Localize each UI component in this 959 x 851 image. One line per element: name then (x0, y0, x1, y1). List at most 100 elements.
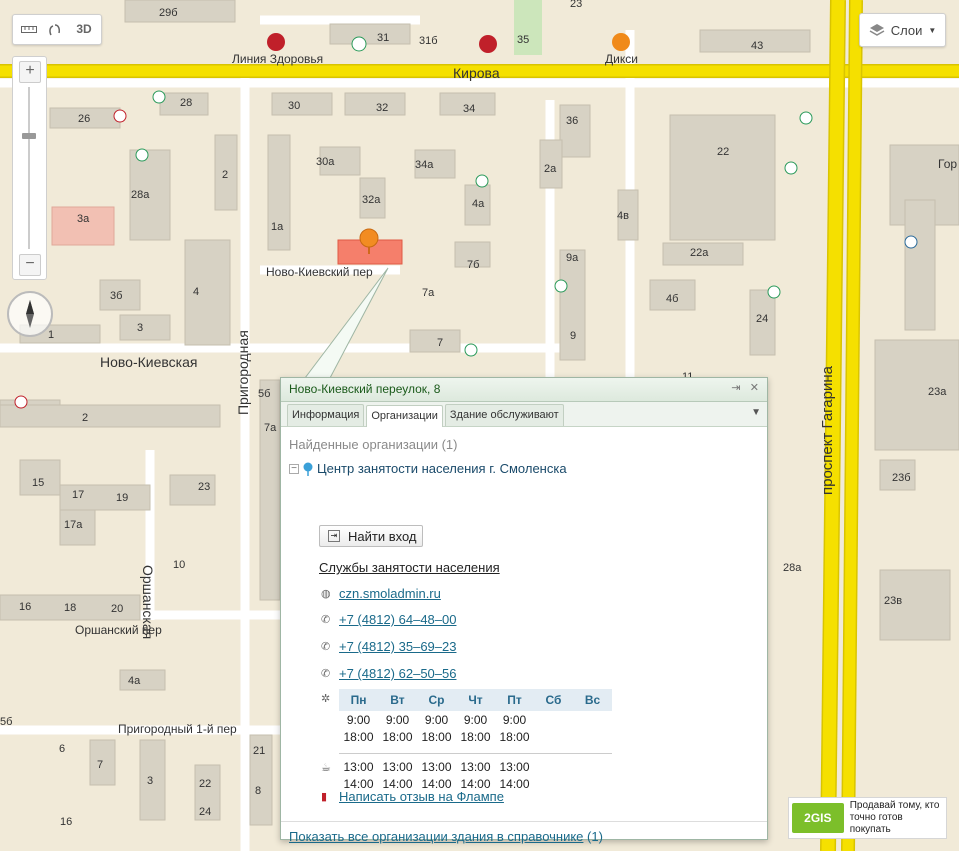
house-number: 7 (437, 337, 443, 349)
zoom-slider[interactable] (28, 87, 30, 249)
tab-organizations[interactable]: Организации (366, 405, 443, 427)
house-number: 17а (64, 519, 83, 531)
zoom-in-button[interactable]: + (19, 61, 41, 83)
house-number: 5б (258, 388, 270, 400)
work-end: 18:00 (499, 729, 530, 744)
day-header: Сб (534, 689, 573, 711)
house-number: 3 (137, 322, 143, 334)
tab-building-services[interactable]: Здание обслуживают (444, 404, 564, 426)
street-gagarina: проспект Гагарина (819, 365, 836, 495)
ad-banner[interactable]: 2GIS Продавай тому, кто точно готов поку… (788, 797, 947, 839)
house-number: 22 (199, 778, 211, 790)
break-start: 13:00 (499, 759, 530, 774)
category-link[interactable]: Службы занятости населения (319, 560, 500, 575)
gesture-icon[interactable] (45, 20, 65, 38)
house-number: 30а (316, 156, 335, 168)
house-number: 21 (253, 745, 265, 757)
popup-divider (281, 821, 767, 822)
close-icon[interactable]: ✕ (750, 382, 759, 394)
house-number: 43 (751, 40, 763, 52)
zoom-out-button[interactable]: − (19, 254, 41, 276)
street-prigorodny-1: Пригородный 1-й пер (118, 722, 237, 736)
day-header: Вт (378, 689, 417, 711)
house-number: 1а (271, 221, 284, 233)
work-start: 9:00 (502, 712, 527, 727)
house-number: 23б (892, 472, 911, 484)
street-prigorodnaya: Пригородная (235, 330, 251, 415)
poi-diksi: Дикси (605, 52, 638, 66)
day-header: Вс (573, 689, 612, 711)
phone-link-2[interactable]: +7 (4812) 35–69–23 (339, 639, 456, 654)
schedule-table: Пн Вт Ср Чт Пт Сб Вс 9:00 9:00 9:00 9:00… (339, 689, 612, 792)
org-row: − Центр занятости населения г. Смоленска (289, 461, 759, 476)
layers-button[interactable]: Слои ▼ (859, 13, 946, 47)
house-number: 23в (884, 595, 902, 607)
house-number: 7б (467, 259, 479, 271)
ad-line-1: Продавай тому, кто (849, 800, 940, 811)
ad-line-2: точно готов покупать (849, 812, 903, 835)
org-name[interactable]: Центр занятости населения г. Смоленска (317, 461, 567, 476)
2gis-logo: 2GIS (792, 803, 844, 833)
entry-icon: ⇥ (328, 530, 340, 542)
house-number: 7 (97, 759, 103, 771)
day-header: Чт (456, 689, 495, 711)
tab-info[interactable]: Информация (287, 404, 365, 426)
website-link[interactable]: czn.smoladmin.ru (339, 586, 441, 601)
flamp-icon: ▮ (321, 791, 328, 803)
house-number: 28а (131, 189, 150, 201)
work-start: 9:00 (424, 712, 449, 727)
review-link[interactable]: Написать отзыв на Флампе (339, 789, 504, 804)
house-number: 7а (264, 422, 277, 434)
phone-link-3[interactable]: +7 (4812) 62–50–56 (339, 666, 456, 681)
house-number: 32а (362, 194, 381, 206)
pin-icon[interactable]: ⇥ (731, 382, 740, 394)
ruler-icon[interactable] (17, 21, 41, 37)
house-number: 20 (111, 603, 123, 615)
house-number: 2 (222, 169, 228, 181)
find-entry-button[interactable]: ⇥ Найти вход (319, 525, 423, 547)
house-number: 34 (463, 103, 475, 115)
layers-label: Слои (890, 22, 923, 38)
work-end: 18:00 (343, 729, 374, 744)
house-number: 29б (159, 7, 178, 19)
house-number: 28а (783, 562, 802, 574)
map-toolbar: 3D (12, 14, 102, 45)
popup-footer: Показать все организации здания в справо… (289, 829, 603, 844)
collapse-icon[interactable]: − (289, 463, 299, 474)
house-number: 35 (517, 34, 529, 46)
threed-toggle[interactable]: 3D (71, 20, 97, 38)
house-number: 4а (472, 198, 485, 210)
clock-icon: ✲ (321, 693, 331, 705)
street-novo-kievsky-per: Ново-Киевский пер (266, 265, 373, 279)
phone-link-1[interactable]: +7 (4812) 64–48–00 (339, 612, 456, 627)
chevron-down-icon: ▼ (928, 25, 937, 35)
house-number: 24 (199, 806, 211, 818)
house-number: 23 (198, 481, 210, 493)
street-orshanskaya: Оршанская (140, 565, 156, 639)
house-number: 2а (544, 163, 557, 175)
house-number: 32 (376, 102, 388, 114)
house-number: 23а (928, 386, 947, 398)
house-number: 19 (116, 492, 128, 504)
break-start: 13:00 (421, 759, 452, 774)
phone-icon: ✆ (321, 668, 331, 680)
house-number: 4а (128, 675, 141, 687)
tabs-menu-icon[interactable]: ▼ (751, 407, 761, 418)
house-number: 31 (377, 32, 389, 44)
work-start: 9:00 (463, 712, 488, 727)
break-start: 13:00 (382, 759, 413, 774)
zoom-control: + − (12, 56, 47, 280)
phone-icon: ✆ (321, 641, 331, 653)
house-number: 4 (193, 286, 199, 298)
zoom-handle[interactable] (22, 133, 36, 139)
work-end: 18:00 (460, 729, 491, 744)
compass-icon[interactable] (7, 291, 53, 337)
house-number: 6 (59, 743, 65, 755)
break-start: 13:00 (343, 759, 374, 774)
house-number: 31б (419, 35, 438, 47)
house-number: 22а (690, 247, 709, 259)
globe-icon: ◍ (321, 588, 331, 600)
house-number: 22 (717, 146, 729, 158)
show-all-orgs-link[interactable]: Показать все организации здания в справо… (289, 829, 583, 844)
day-header: Пн (339, 689, 378, 711)
